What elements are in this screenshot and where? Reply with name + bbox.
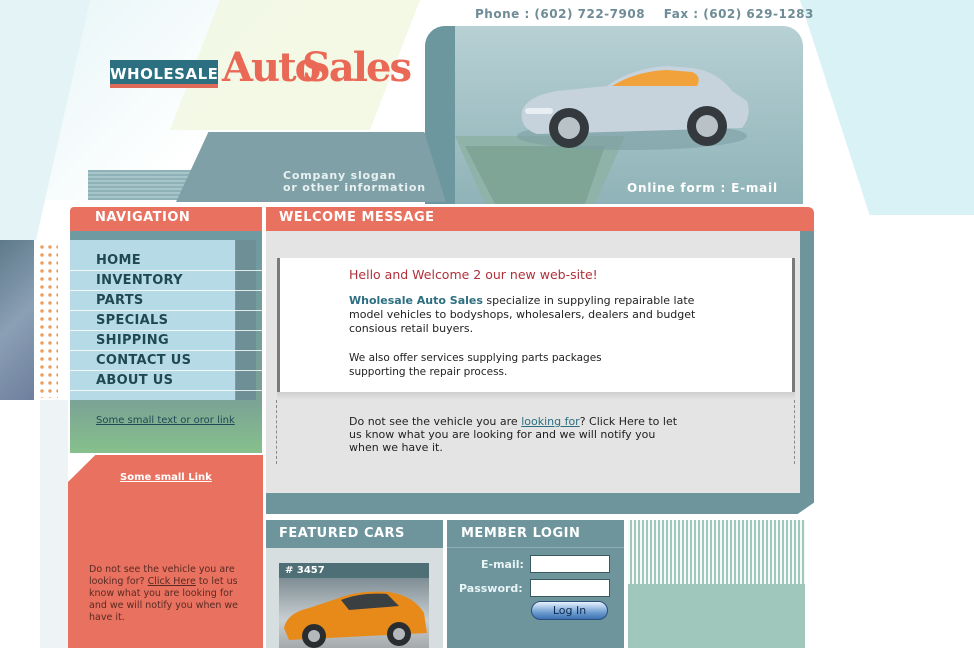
nav-small-link[interactable]: Some small text or oror link <box>96 415 235 426</box>
online-form-email-links[interactable]: Online form : E-mail <box>627 181 778 195</box>
member-login-header: MEMBER LOGIN <box>447 520 624 548</box>
nav-item-inventory[interactable]: INVENTORY <box>96 273 256 288</box>
login-button[interactable]: Log In <box>531 601 608 620</box>
nav-divider <box>70 290 262 291</box>
email-input[interactable] <box>530 555 610 573</box>
member-login-title: MEMBER LOGIN <box>461 526 581 541</box>
nav-divider <box>70 330 262 331</box>
company-name: Wholesale Auto Sales <box>349 294 483 307</box>
password-label: Password: <box>459 582 523 595</box>
nav-promo-link[interactable]: Some small Link <box>120 472 212 483</box>
left-decoration <box>0 240 34 400</box>
background-shape <box>800 0 974 215</box>
welcome-paragraph-2: We also offer services supplying parts p… <box>349 352 602 378</box>
looking-for-link[interactable]: looking for <box>521 415 580 428</box>
nav-divider <box>70 350 262 351</box>
logo-sales-text: Sales <box>302 44 412 91</box>
password-input[interactable] <box>530 579 610 597</box>
nav-divider <box>70 270 262 271</box>
nav-item-about-us[interactable]: ABOUT US <box>96 373 256 388</box>
nav-item-parts[interactable]: PARTS <box>96 293 256 308</box>
welcome-shadow <box>277 392 795 400</box>
contact-info: Phone : (602) 722-7908 Fax : (602) 629-1… <box>475 7 814 21</box>
welcome-paragraph-3: Do not see the vehicle you are looking f… <box>349 415 678 454</box>
navigation-header: NAVIGATION <box>70 207 262 231</box>
slogan-line-2: or other information <box>283 181 426 194</box>
nav-divider <box>70 310 262 311</box>
welcome-paragraph-1: Wholesale Auto Sales specialize in suppy… <box>349 294 696 335</box>
welcome-title: WELCOME MESSAGE <box>279 210 435 225</box>
header-car-panel <box>425 26 803 204</box>
dot-pattern <box>38 243 58 398</box>
nav-divider <box>70 390 262 391</box>
background-shape <box>40 400 68 648</box>
featured-car-photo <box>284 591 427 648</box>
email-label: E-mail: <box>481 558 524 571</box>
nav-item-shipping[interactable]: SHIPPING <box>96 333 256 348</box>
featured-car-image[interactable] <box>279 578 429 648</box>
decorative-texture-dither <box>628 520 805 584</box>
car-image <box>455 66 749 204</box>
nav-item-specials[interactable]: SPECIALS <box>96 313 256 328</box>
nav-item-contact-us[interactable]: CONTACT US <box>96 353 256 368</box>
click-here-link[interactable]: Click Here <box>148 576 196 587</box>
nav-divider <box>70 370 262 371</box>
welcome-greeting: Hello and Welcome 2 our new web-site! <box>349 267 598 282</box>
welcome-header: WELCOME MESSAGE <box>266 207 814 231</box>
nav-item-home[interactable]: HOME <box>96 253 256 268</box>
featured-cars-title: FEATURED CARS <box>279 526 405 541</box>
nav-promo-text: Do not see the vehicle you are looking f… <box>89 564 239 623</box>
logo-wholesale-text: WHOLESALE <box>110 60 218 88</box>
site-logo[interactable]: WHOLESALE Auto Sales <box>110 44 412 112</box>
dashed-divider <box>794 400 795 464</box>
navigation-title: NAVIGATION <box>95 210 191 225</box>
company-slogan: Company slogan or other information <box>283 170 426 194</box>
featured-cars-header: FEATURED CARS <box>266 520 443 548</box>
dashed-divider <box>276 400 277 464</box>
featured-car-id: # 3457 <box>279 563 429 578</box>
